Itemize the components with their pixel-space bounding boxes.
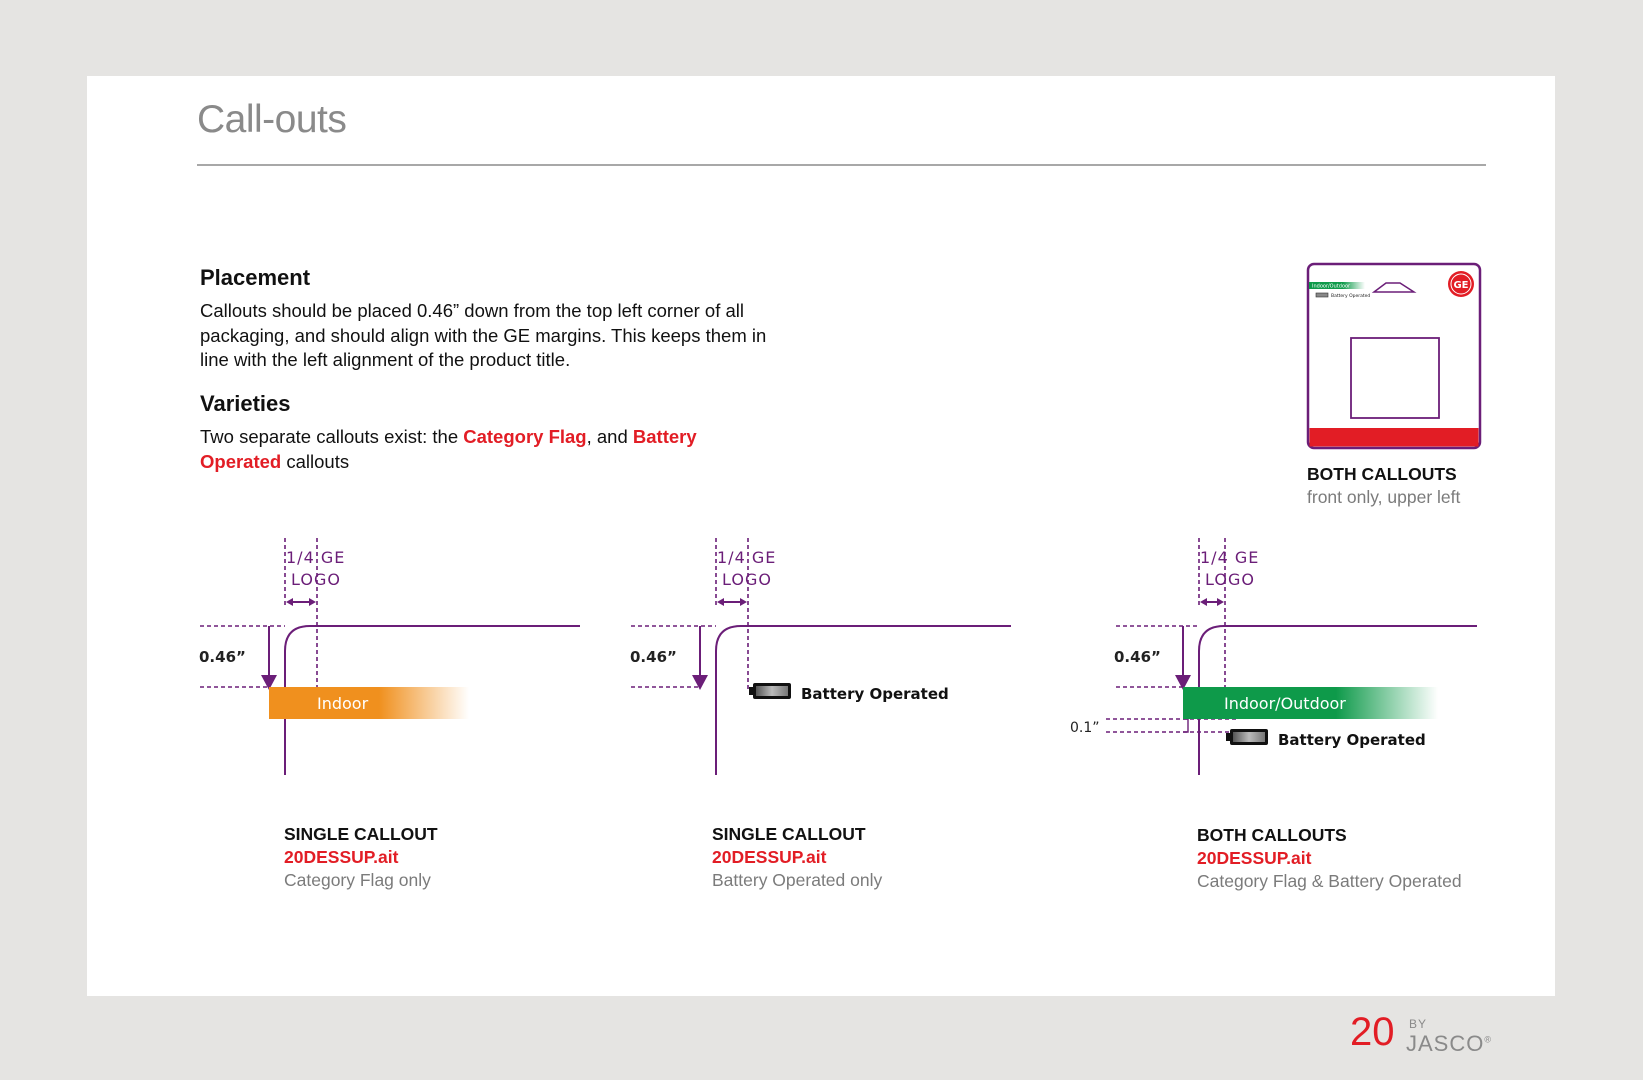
width-arrow-left-head xyxy=(717,598,724,606)
width-arrow-right-head xyxy=(309,598,316,606)
diagram-both-callouts: 1/4 GE LOGO 0.46” 0.1” Indoor/Outdoor Ba… xyxy=(1070,538,1477,775)
diagram-single-flag: 1/4 GE LOGO 0.46” Indoor xyxy=(199,538,580,775)
diagram-1-caption: SINGLE CALLOUT 20DESSUP.ait Category Fla… xyxy=(284,823,438,892)
package-bottom-band xyxy=(1309,428,1479,447)
battery-icon xyxy=(749,683,791,699)
logo-label-line-2: LOGO xyxy=(722,570,772,589)
page-title: Call-outs xyxy=(197,98,347,141)
footer-by: BY xyxy=(1409,1017,1428,1031)
varieties-text-middle: , and xyxy=(586,426,633,447)
title-divider xyxy=(197,164,1486,166)
offset-label: 0.46” xyxy=(630,648,677,666)
diagram-3-caption: BOTH CALLOUTS 20DESSUP.ait Category Flag… xyxy=(1197,824,1462,893)
logo-label-line-2: LOGO xyxy=(1205,570,1255,589)
logo-label-line-2: LOGO xyxy=(291,570,341,589)
logo-label-line-1: 1/4 GE xyxy=(717,548,776,567)
diagram-single-battery: 1/4 GE LOGO 0.46” Battery Operated xyxy=(630,538,1011,775)
battery-text: Battery Operated xyxy=(801,685,949,703)
varieties-text: Two separate callouts exist: the Categor… xyxy=(200,425,740,474)
width-arrow-right-head xyxy=(1217,598,1224,606)
battery-icon xyxy=(1226,729,1268,745)
package-caption: BOTH CALLOUTS front only, upper left xyxy=(1307,463,1460,509)
diagram-1-caption-file: 20DESSUP.ait xyxy=(284,847,399,867)
indoor-flag-text: Indoor xyxy=(317,694,369,713)
placement-heading: Placement xyxy=(200,265,311,290)
logo-label-line-1: 1/4 GE xyxy=(1200,548,1259,567)
package-flag-text: Indoor/Outdoor xyxy=(1312,284,1351,290)
gap-label: 0.1” xyxy=(1070,720,1100,736)
varieties-text-before: Two separate callouts exist: the xyxy=(200,426,464,447)
diagram-2-caption-title: SINGLE CALLOUT xyxy=(712,824,866,844)
width-arrow-right-head xyxy=(740,598,747,606)
offset-label: 0.46” xyxy=(1114,648,1161,666)
battery-text: Battery Operated xyxy=(1278,731,1426,749)
indoor-flag-callout xyxy=(269,687,469,719)
indoor-outdoor-flag-text: Indoor/Outdoor xyxy=(1224,694,1346,713)
package-battery-text: Battery Operated xyxy=(1331,293,1370,299)
package-battery-icon xyxy=(1315,292,1329,298)
page-number: 20 xyxy=(1350,1010,1395,1054)
diagram-2-caption-sub: Battery Operated only xyxy=(712,870,883,890)
jasco-logo: JASCO® xyxy=(1406,1031,1492,1057)
package-caption-title: BOTH CALLOUTS xyxy=(1307,464,1457,484)
category-flag-highlight: Category Flag xyxy=(463,426,587,447)
varieties-text-after: callouts xyxy=(281,450,350,472)
jasco-logo-text: JASCO xyxy=(1406,1031,1485,1056)
trademark-mark: ® xyxy=(1484,1034,1492,1045)
logo-label-line-1: 1/4 GE xyxy=(286,548,345,567)
width-arrow-left-head xyxy=(1200,598,1207,606)
package-caption-sub: front only, upper left xyxy=(1307,487,1461,507)
diagram-3-caption-title: BOTH CALLOUTS xyxy=(1197,825,1347,845)
diagram-1-caption-sub: Category Flag only xyxy=(284,870,431,890)
offset-label: 0.46” xyxy=(199,648,246,666)
varieties-heading: Varieties xyxy=(200,391,291,416)
diagram-2-caption-file: 20DESSUP.ait xyxy=(712,847,827,867)
diagram-3-caption-file: 20DESSUP.ait xyxy=(1197,848,1312,868)
diagram-3-caption-sub: Category Flag & Battery Operated xyxy=(1197,871,1462,891)
ge-logo-text: GE xyxy=(1453,280,1468,291)
package-preview: Indoor/Outdoor Battery Operated GE xyxy=(1306,262,1482,450)
placement-text: Callouts should be placed 0.46” down fro… xyxy=(200,300,767,370)
diagram-1-caption-title: SINGLE CALLOUT xyxy=(284,824,438,844)
width-arrow-left-head xyxy=(286,598,293,606)
diagram-2-caption: SINGLE CALLOUT 20DESSUP.ait Battery Oper… xyxy=(712,823,882,892)
gap-bracket xyxy=(1183,718,1189,733)
